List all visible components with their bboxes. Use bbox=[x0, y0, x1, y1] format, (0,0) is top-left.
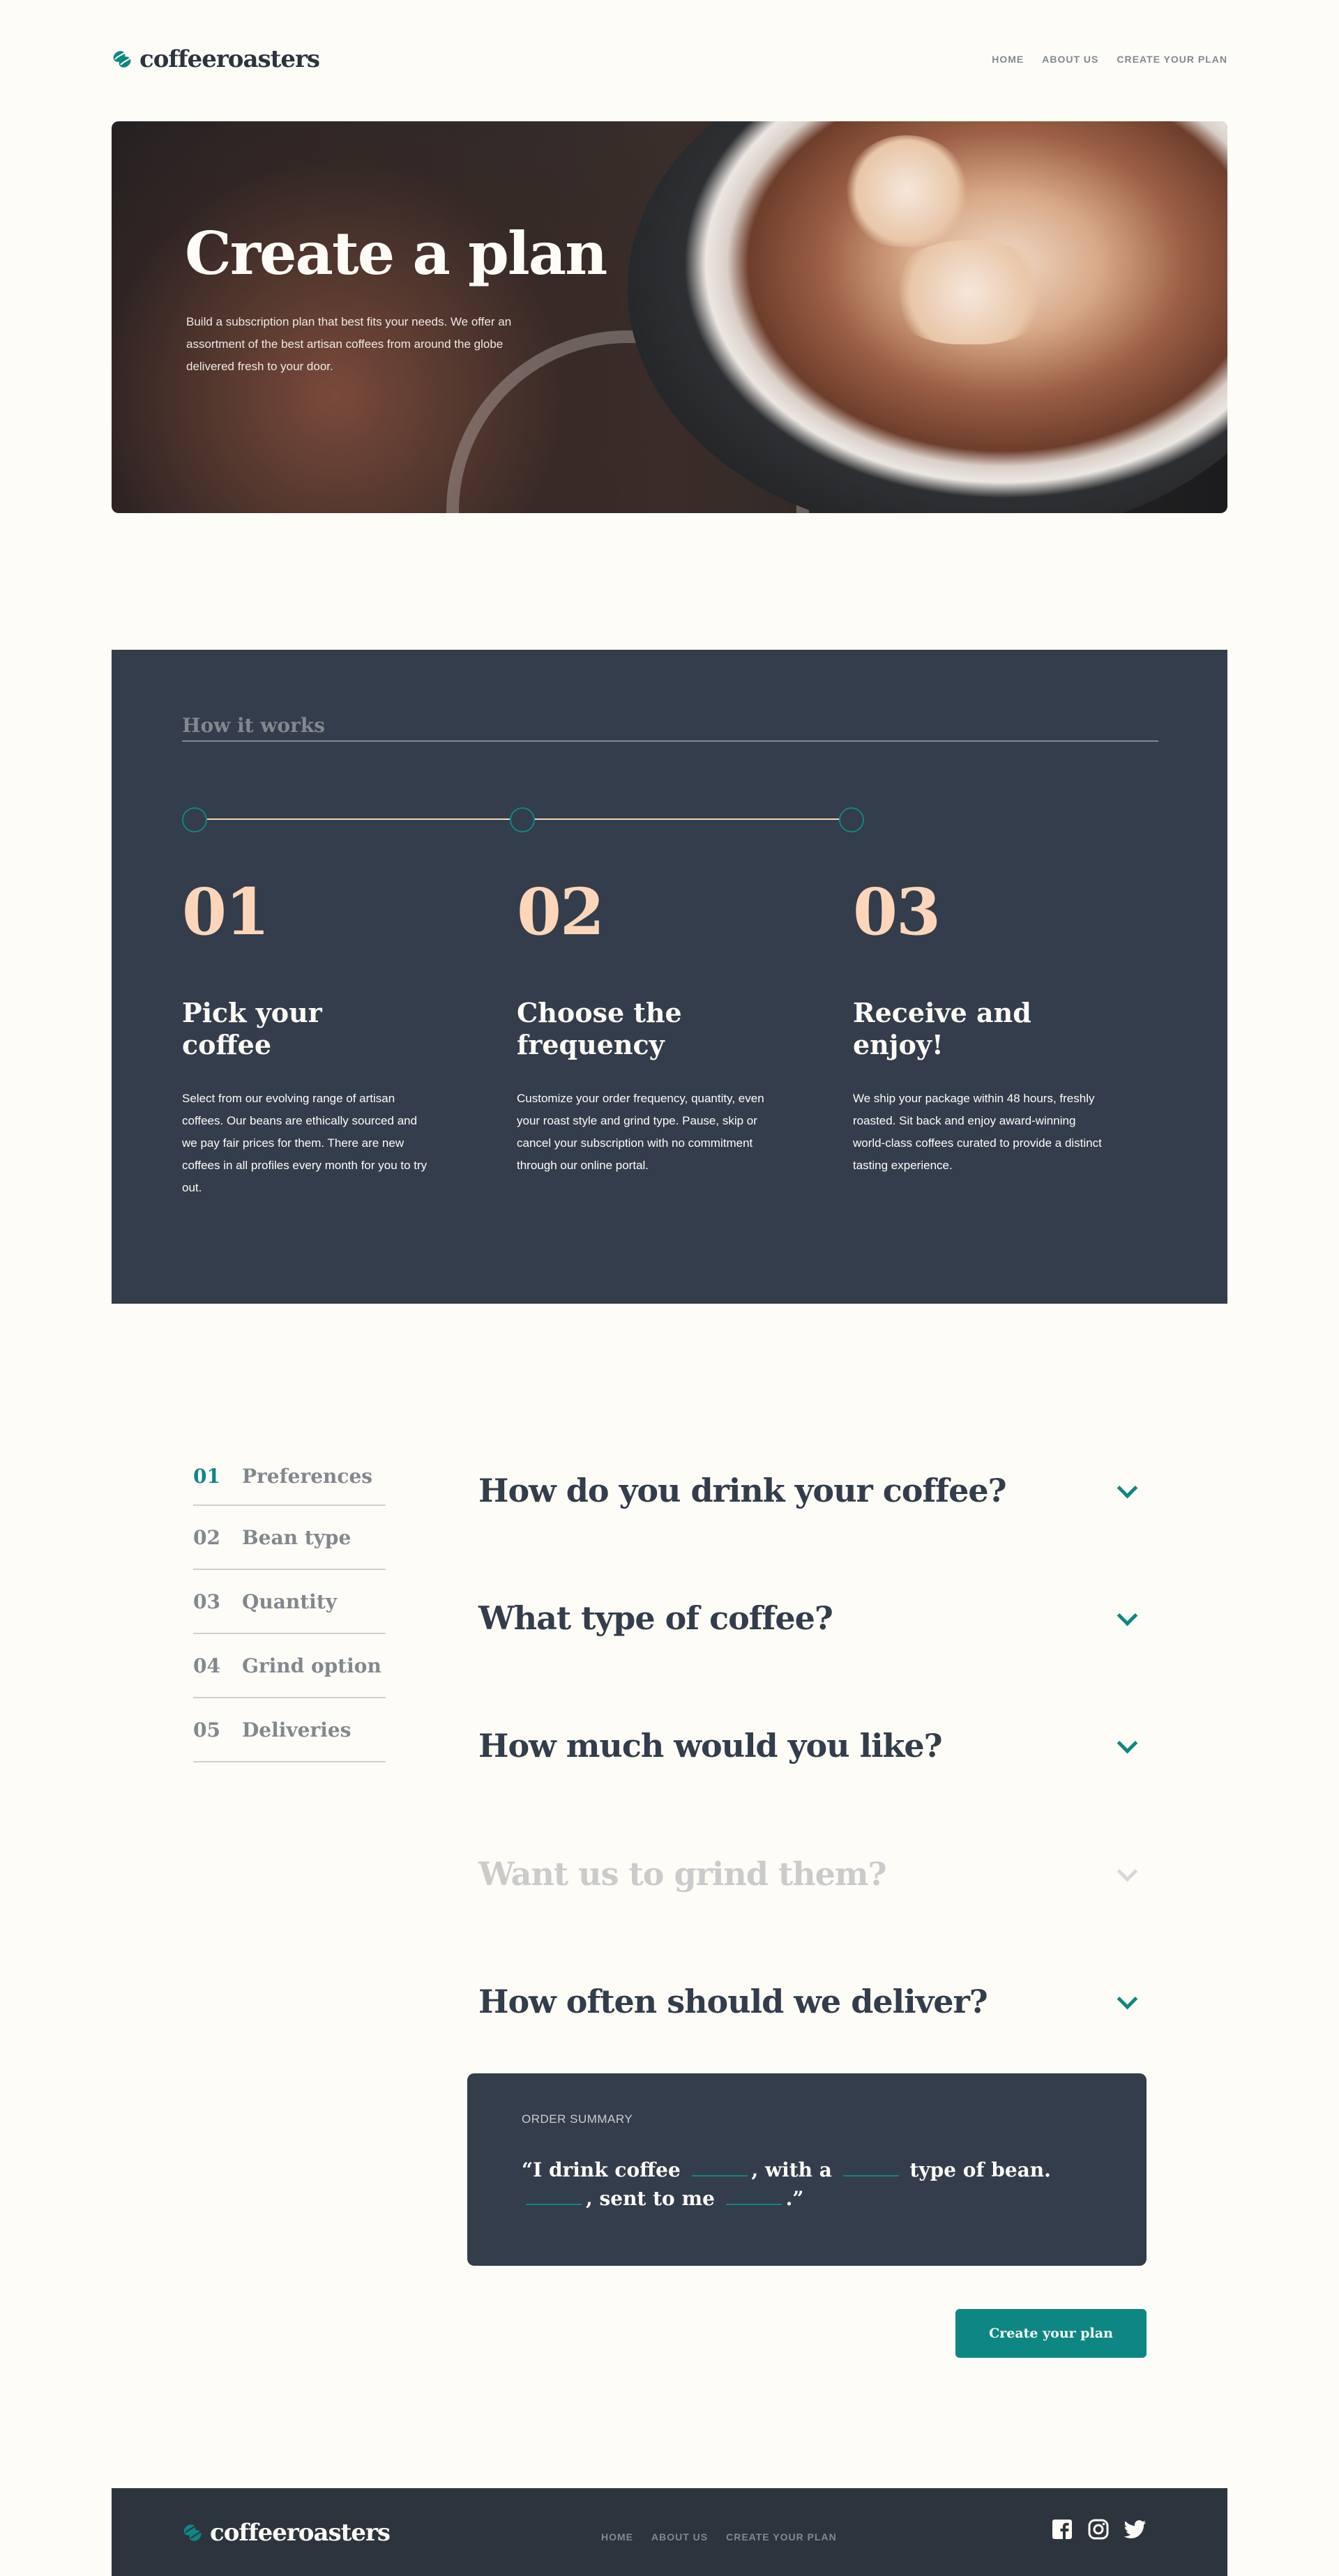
nav-about[interactable]: ABOUT US bbox=[1042, 54, 1098, 65]
facebook-icon[interactable] bbox=[1052, 2519, 1073, 2540]
logo[interactable]: coffeeroasters bbox=[112, 45, 320, 73]
chevron-down-icon[interactable] bbox=[1116, 1735, 1138, 1757]
question-title: How often should we deliver? bbox=[478, 1983, 988, 2020]
site-header: coffeeroasters HOME ABOUT US CREATE YOUR… bbox=[112, 42, 1227, 77]
sidebar-item-label: Preferences bbox=[242, 1464, 373, 1488]
sidebar-item-deliveries[interactable]: 05 Deliveries bbox=[193, 1698, 386, 1762]
how-it-works-title: How it works bbox=[182, 714, 325, 737]
order-blank-quantity bbox=[526, 2184, 582, 2205]
question-title: How much would you like? bbox=[478, 1727, 943, 1765]
chevron-down-icon[interactable] bbox=[1116, 1479, 1138, 1502]
main-nav: HOME ABOUT US CREATE YOUR PLAN bbox=[992, 54, 1227, 65]
step-title: Choose the frequency bbox=[517, 997, 682, 1060]
order-summary: ORDER SUMMARY “I drink coffee , with a t… bbox=[467, 2073, 1147, 2266]
step-description: Select from our evolving range of artisa… bbox=[182, 1092, 428, 1194]
step-number: 02 bbox=[517, 874, 605, 950]
site-footer: coffeeroasters HOME ABOUT US CREATE YOUR… bbox=[112, 2488, 1227, 2576]
footer-nav-about[interactable]: ABOUT US bbox=[651, 2531, 708, 2543]
sidebar-item-label: Grind option bbox=[242, 1654, 381, 1677]
question-type[interactable]: What type of coffee? bbox=[478, 1590, 1148, 1646]
order-text-part: sent to me bbox=[599, 2187, 715, 2210]
order-text-part: “I drink coffee bbox=[522, 2158, 681, 2181]
sidebar-item-grind-option[interactable]: 04 Grind option bbox=[193, 1634, 386, 1698]
step-description: We ship your package within 48 hours, fr… bbox=[853, 1092, 1102, 1172]
chevron-down-icon bbox=[1116, 1863, 1138, 1885]
order-text-part: , bbox=[586, 2187, 593, 2210]
order-blank-drink bbox=[691, 2156, 748, 2177]
step-description: Customize your order frequency, quantity… bbox=[517, 1092, 764, 1172]
hero-description: Build a subscription plan that best fits… bbox=[186, 315, 512, 373]
order-summary-text: “I drink coffee , with a type of bean. ,… bbox=[522, 2156, 1092, 2213]
sidebar-item-number: 03 bbox=[193, 1590, 220, 1613]
footer-nav: HOME ABOUT US CREATE YOUR PLAN bbox=[601, 2531, 837, 2543]
question-title: How do you drink your coffee? bbox=[478, 1472, 1007, 1509]
twitter-icon[interactable] bbox=[1124, 2520, 1147, 2539]
question-deliver[interactable]: How often should we deliver? bbox=[478, 1974, 1148, 2029]
create-plan-button[interactable]: Create your plan bbox=[955, 2309, 1147, 2358]
footer-nav-home[interactable]: HOME bbox=[601, 2531, 633, 2543]
nav-home[interactable]: HOME bbox=[992, 54, 1024, 65]
question-title: What type of coffee? bbox=[478, 1599, 833, 1637]
sidebar-item-label: Bean type bbox=[242, 1525, 351, 1549]
sidebar-item-label: Quantity bbox=[242, 1590, 338, 1613]
logo-text: coffeeroasters bbox=[139, 45, 320, 73]
sidebar-item-number: 04 bbox=[193, 1654, 220, 1677]
order-text-part: , with a bbox=[751, 2158, 832, 2181]
timeline-dot bbox=[510, 807, 535, 832]
step-3: 03 Receive and enjoy! We ship your packa… bbox=[853, 880, 1104, 1177]
order-text-part: .” bbox=[785, 2187, 804, 2210]
step-1: 01 Pick your coffee Select from our evol… bbox=[182, 880, 433, 1199]
coffee-bean-logo-icon bbox=[183, 2524, 202, 2541]
order-blank-type bbox=[842, 2156, 899, 2177]
timeline-dot bbox=[182, 807, 207, 832]
order-summary-label: ORDER SUMMARY bbox=[522, 2112, 633, 2126]
chevron-down-icon[interactable] bbox=[1116, 1607, 1138, 1629]
sidebar-item-quantity[interactable]: 03 Quantity bbox=[193, 1570, 386, 1634]
hero-banner: Create a plan Build a subscription plan … bbox=[112, 121, 1227, 513]
latte-art-top bbox=[844, 135, 969, 247]
chevron-down-icon[interactable] bbox=[1116, 1990, 1138, 2013]
footer-nav-create-plan[interactable]: CREATE YOUR PLAN bbox=[726, 2531, 837, 2543]
question-grind: Want us to grind them? bbox=[478, 1846, 1148, 1902]
instagram-icon[interactable] bbox=[1088, 2519, 1109, 2540]
step-title: Pick your coffee bbox=[182, 997, 322, 1060]
step-title: Receive and enjoy! bbox=[853, 997, 1031, 1060]
timeline-line bbox=[535, 818, 839, 820]
hero-title: Create a plan bbox=[185, 219, 607, 288]
step-number: 01 bbox=[182, 874, 270, 950]
coffee-bean-logo-icon bbox=[113, 51, 132, 68]
how-it-works-section: How it works 01 Pick your coffee Select … bbox=[112, 650, 1227, 1304]
sidebar-item-number: 05 bbox=[193, 1718, 220, 1742]
sidebar-item-label: Deliveries bbox=[242, 1718, 351, 1742]
order-blank-frequency bbox=[725, 2184, 782, 2205]
sidebar-item-bean-type[interactable]: 02 Bean type bbox=[193, 1506, 386, 1570]
latte-art-bottom bbox=[886, 240, 1053, 344]
sidebar-item-number: 02 bbox=[193, 1525, 220, 1549]
question-quantity[interactable]: How much would you like? bbox=[478, 1718, 1148, 1774]
plan-steps-sidebar: 01 Preferences 02 Bean type 03 Quantity … bbox=[193, 1447, 386, 1762]
question-drink[interactable]: How do you drink your coffee? bbox=[478, 1463, 1148, 1518]
timeline-dot bbox=[839, 807, 864, 832]
divider bbox=[182, 740, 1158, 742]
timeline-line bbox=[207, 818, 510, 820]
logo-text: coffeeroasters bbox=[210, 2519, 391, 2547]
social-links bbox=[1052, 2519, 1147, 2540]
footer-logo[interactable]: coffeeroasters bbox=[182, 2519, 391, 2547]
question-title: Want us to grind them? bbox=[478, 1855, 887, 1893]
step-2: 02 Choose the frequency Customize your o… bbox=[517, 880, 768, 1177]
order-text-part: type of bean. bbox=[909, 2158, 1051, 2181]
sidebar-item-preferences[interactable]: 01 Preferences bbox=[193, 1447, 386, 1506]
sidebar-item-number: 01 bbox=[193, 1464, 220, 1488]
step-number: 03 bbox=[853, 874, 941, 950]
nav-create-plan[interactable]: CREATE YOUR PLAN bbox=[1117, 54, 1227, 65]
